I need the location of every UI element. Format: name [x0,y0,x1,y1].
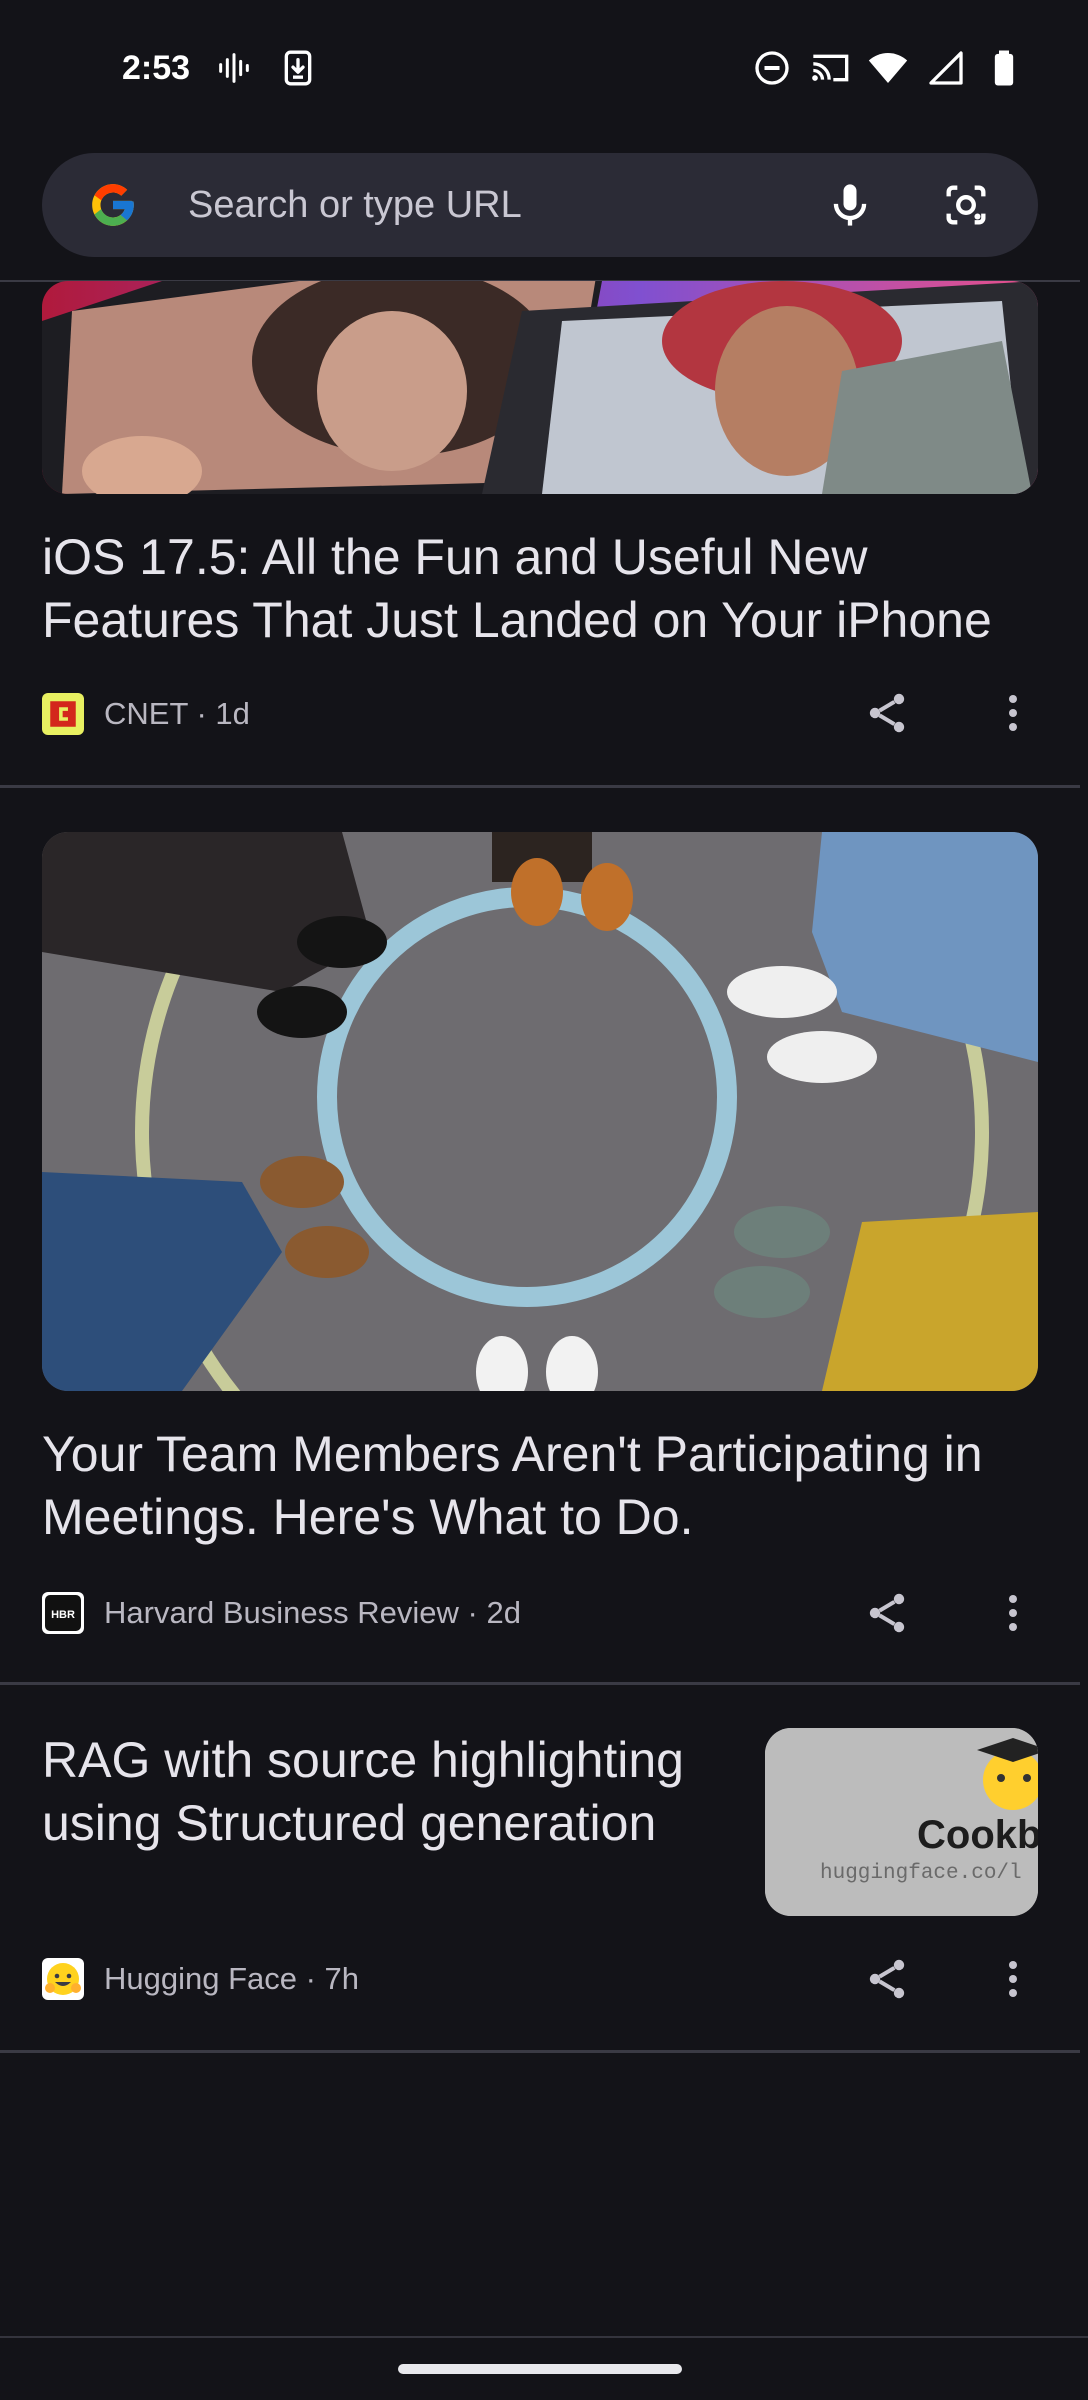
status-left: 2:53 [122,48,318,88]
status-bar: 2:53 [0,0,1088,136]
news-card[interactable]: Your Team Members Aren't Participating i… [0,787,1080,1685]
article-meta: CNET · 1d [42,693,250,735]
article-meta: HBR Harvard Business Review · 2d [42,1592,521,1634]
share-icon[interactable] [855,1947,919,2011]
battery-icon [984,48,1024,88]
status-time: 2:53 [122,48,191,87]
article-meta: Hugging Face · 7h [42,1958,359,2000]
hbr-logo-text: HBR [51,1609,75,1621]
news-card[interactable]: RAG with source highlighting using Struc… [0,1685,1080,2053]
article-image[interactable] [42,281,1038,494]
cnet-favicon-icon [42,693,84,735]
more-options-icon[interactable] [981,1947,1045,2011]
download-icon [278,48,318,88]
signal-icon [926,48,966,88]
sound-wave-icon [214,48,254,88]
thumbnail-url: huggingface.co/l [820,1862,1022,1885]
share-icon[interactable] [855,1581,919,1645]
article-headline[interactable]: Your Team Members Aren't Participating i… [42,1423,1032,1549]
status-right [752,48,1024,88]
article-source: CNET · 1d [104,696,250,731]
bottom-divider [0,2336,1088,2338]
card-divider [0,2050,1080,2053]
hbr-favicon-icon: HBR [42,1592,84,1634]
article-headline[interactable]: RAG with source highlighting using Struc… [42,1729,762,1855]
article-source: Harvard Business Review · 2d [104,1595,521,1630]
do-not-disturb-icon [752,48,792,88]
google-logo-icon[interactable] [88,180,138,230]
more-options-icon[interactable] [981,1581,1045,1645]
search-input[interactable]: Search or type URL [188,184,764,227]
microphone-icon[interactable] [820,175,880,235]
search-bar[interactable]: Search or type URL [42,153,1038,257]
article-source: Hugging Face · 7h [104,1961,360,1996]
news-card[interactable]: iOS 17.5: All the Fun and Useful New Fea… [0,281,1080,787]
article-headline[interactable]: iOS 17.5: All the Fun and Useful New Fea… [42,526,1052,652]
wifi-icon [868,48,908,88]
cast-icon [810,48,850,88]
home-indicator[interactable] [398,2364,682,2374]
share-icon[interactable] [855,681,919,745]
lens-camera-icon[interactable] [936,175,996,235]
hugging-face-favicon-icon [42,1958,84,2000]
more-options-icon[interactable] [981,681,1045,745]
article-thumbnail[interactable]: Cookb huggingface.co/l [765,1728,1038,1916]
article-image[interactable] [42,832,1038,1391]
thumbnail-title: Cookb [917,1813,1038,1857]
